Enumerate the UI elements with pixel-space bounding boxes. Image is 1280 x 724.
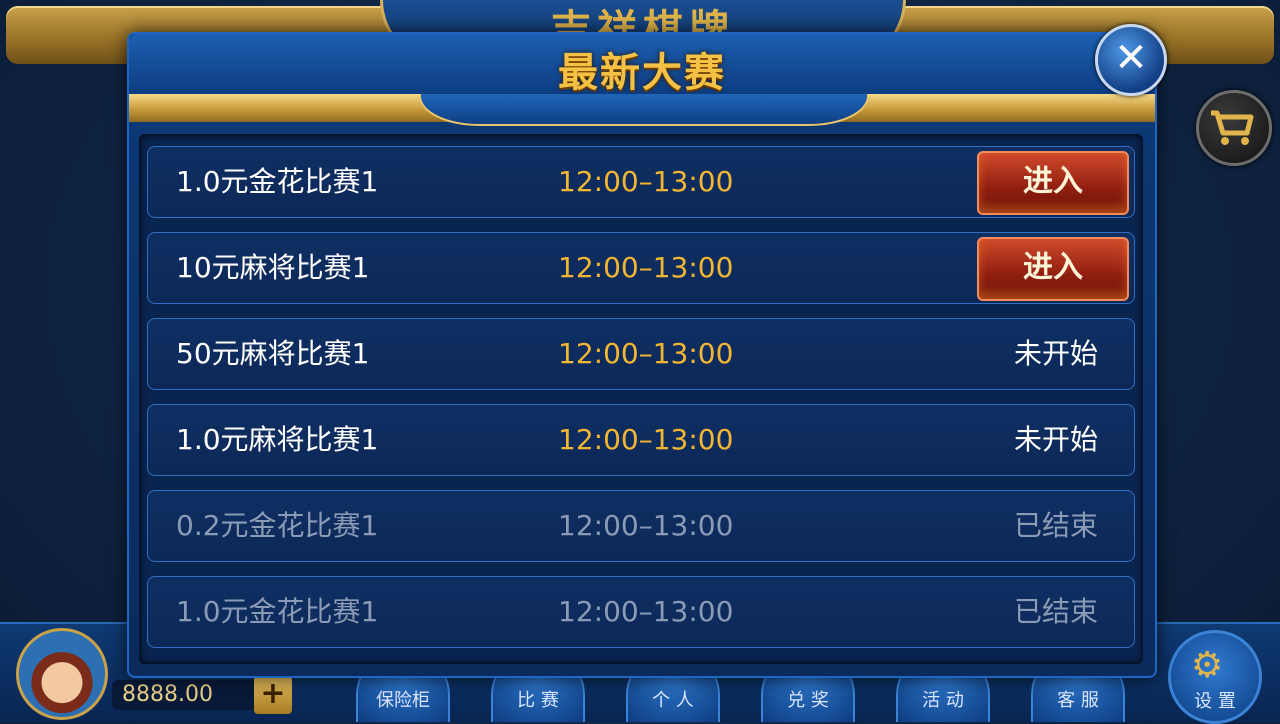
- tournament-name: 10元麻将比赛1: [176, 251, 370, 284]
- tournament-name: 1.0元金花比赛1: [176, 595, 379, 628]
- header-gold-notch: [419, 94, 869, 126]
- modal-title: 最新大赛: [558, 50, 726, 96]
- tournament-name: 50元麻将比赛1: [176, 337, 370, 370]
- enter-button[interactable]: 进入: [977, 237, 1129, 301]
- nav-label: 比 赛: [517, 690, 559, 711]
- balance-display: 8888.00: [112, 680, 262, 710]
- tournament-name: 0.2元金花比赛1: [176, 509, 379, 542]
- tournament-time: 12:00–13:00: [558, 509, 734, 542]
- tournament-time: 12:00–13:00: [558, 423, 734, 456]
- close-icon: ✕: [1114, 35, 1148, 81]
- nav-label: 保险柜: [376, 690, 430, 711]
- tournament-status: 未开始: [1013, 337, 1098, 370]
- tournament-modal: 最新大赛 1.0元金花比赛1 12:00–13:00 进入 10元麻将比赛1 1…: [127, 32, 1157, 678]
- tournament-status: 已结束: [1013, 509, 1098, 542]
- tournament-time: 12:00–13:00: [558, 337, 734, 370]
- settings-button[interactable]: ⚙ 设 置: [1168, 630, 1262, 724]
- cart-icon: [1211, 110, 1254, 145]
- nav-label: 兑 奖: [787, 690, 829, 711]
- tournament-row: 1.0元金花比赛1 12:00–13:00 进入: [147, 146, 1135, 218]
- nav-label: 个 人: [652, 690, 694, 711]
- gear-icon: ⚙: [1191, 645, 1224, 686]
- tournament-status: 未开始: [1013, 423, 1098, 456]
- settings-label: 设 置: [1194, 691, 1236, 712]
- enter-button[interactable]: 进入: [977, 151, 1129, 215]
- tournament-row: 0.2元金花比赛1 12:00–13:00 已结束: [147, 490, 1135, 562]
- tournament-status: 已结束: [1013, 595, 1098, 628]
- avatar[interactable]: [16, 628, 108, 720]
- add-funds-button[interactable]: +: [254, 676, 292, 714]
- close-button[interactable]: ✕: [1095, 24, 1167, 96]
- tournament-name: 1.0元麻将比赛1: [176, 423, 379, 456]
- tournament-row: 1.0元麻将比赛1 12:00–13:00 未开始: [147, 404, 1135, 476]
- tournament-row: 50元麻将比赛1 12:00–13:00 未开始: [147, 318, 1135, 390]
- nav-label: 活 动: [922, 690, 964, 711]
- tournament-row: 1.0元金花比赛1 12:00–13:00 已结束: [147, 576, 1135, 648]
- nav-label: 客 服: [1057, 690, 1099, 711]
- tournament-time: 12:00–13:00: [558, 595, 734, 628]
- tournament-time: 12:00–13:00: [558, 251, 734, 284]
- tournament-time: 12:00–13:00: [558, 165, 734, 198]
- tournament-name: 1.0元金花比赛1: [176, 165, 379, 198]
- tournament-row: 10元麻将比赛1 12:00–13:00 进入: [147, 232, 1135, 304]
- shop-cart-button[interactable]: [1196, 90, 1272, 166]
- tournament-list: 1.0元金花比赛1 12:00–13:00 进入 10元麻将比赛1 12:00–…: [139, 134, 1143, 664]
